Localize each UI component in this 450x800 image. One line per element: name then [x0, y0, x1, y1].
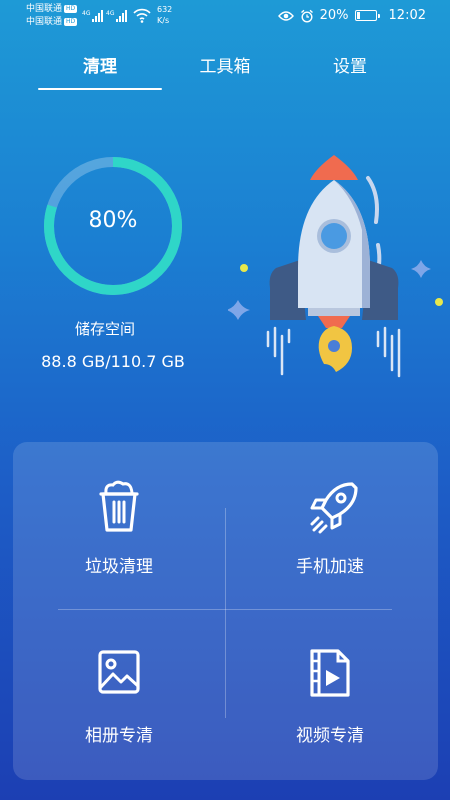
signal-icon-1: 4G [82, 10, 103, 22]
tab-clean[interactable]: 清理 [38, 52, 162, 77]
sparkle-dot [435, 298, 443, 306]
carrier-1-name: 中国联通 [26, 4, 63, 14]
rocket-illustration [228, 155, 443, 378]
image-icon [98, 650, 140, 694]
storage-label: 储存空间 [74, 320, 135, 338]
trash-icon [99, 480, 139, 532]
active-tab-indicator [38, 88, 162, 90]
speed-unit: K/s [157, 16, 170, 25]
hd-badge-1: HD [64, 5, 78, 13]
junk-clean-label: 垃圾清理 [85, 557, 153, 577]
carrier-1: 中国联通 HD [26, 4, 78, 15]
alarm-icon [300, 9, 313, 23]
card-divider-vertical [225, 508, 226, 718]
carrier-2-name: 中国联通 [26, 17, 63, 27]
sparkle-star [411, 260, 431, 278]
status-bar: 中国联通 HD 中国联通 HD 4G 4G 632 K/s 20% 12:02 [0, 0, 450, 34]
photo-clean-label: 相册专清 [85, 726, 153, 746]
wifi-icon [133, 8, 151, 23]
network-speed: 632 K/s [157, 4, 172, 26]
status-right: 20% 12:02 [277, 8, 426, 23]
hd-badge-2: HD [64, 18, 78, 26]
network-type-2: 4G [106, 10, 115, 17]
network-type-1: 4G [82, 10, 91, 17]
tab-settings[interactable]: 设置 [288, 52, 412, 77]
clock: 12:02 [388, 8, 426, 23]
photo-clean-button[interactable]: 相册专清 [29, 648, 209, 778]
tab-toolbox[interactable]: 工具箱 [163, 52, 287, 77]
battery-fill [356, 12, 360, 19]
tab-bar: 清理 工具箱 设置 [0, 50, 450, 94]
video-file-icon [310, 649, 350, 697]
junk-clean-button[interactable]: 垃圾清理 [29, 480, 209, 610]
carrier-2: 中国联通 HD [26, 17, 78, 28]
battery-charging-icon [354, 10, 380, 21]
signal-icon-2: 4G [106, 10, 127, 22]
storage-percent: 80% [88, 208, 138, 233]
phone-boost-label: 手机加速 [296, 557, 364, 577]
rocket-icon [310, 482, 358, 534]
eye-icon [277, 10, 294, 21]
sparkle-dot [240, 264, 248, 272]
phone-boost-button[interactable]: 手机加速 [240, 480, 420, 610]
sparkle-star [228, 300, 250, 320]
battery-percent: 20% [319, 8, 349, 23]
storage-value: 88.8 GB/110.7 GB [41, 352, 185, 371]
speed-value: 632 [157, 5, 173, 14]
video-clean-button[interactable]: 视频专清 [240, 648, 420, 778]
video-clean-label: 视频专清 [296, 726, 364, 746]
